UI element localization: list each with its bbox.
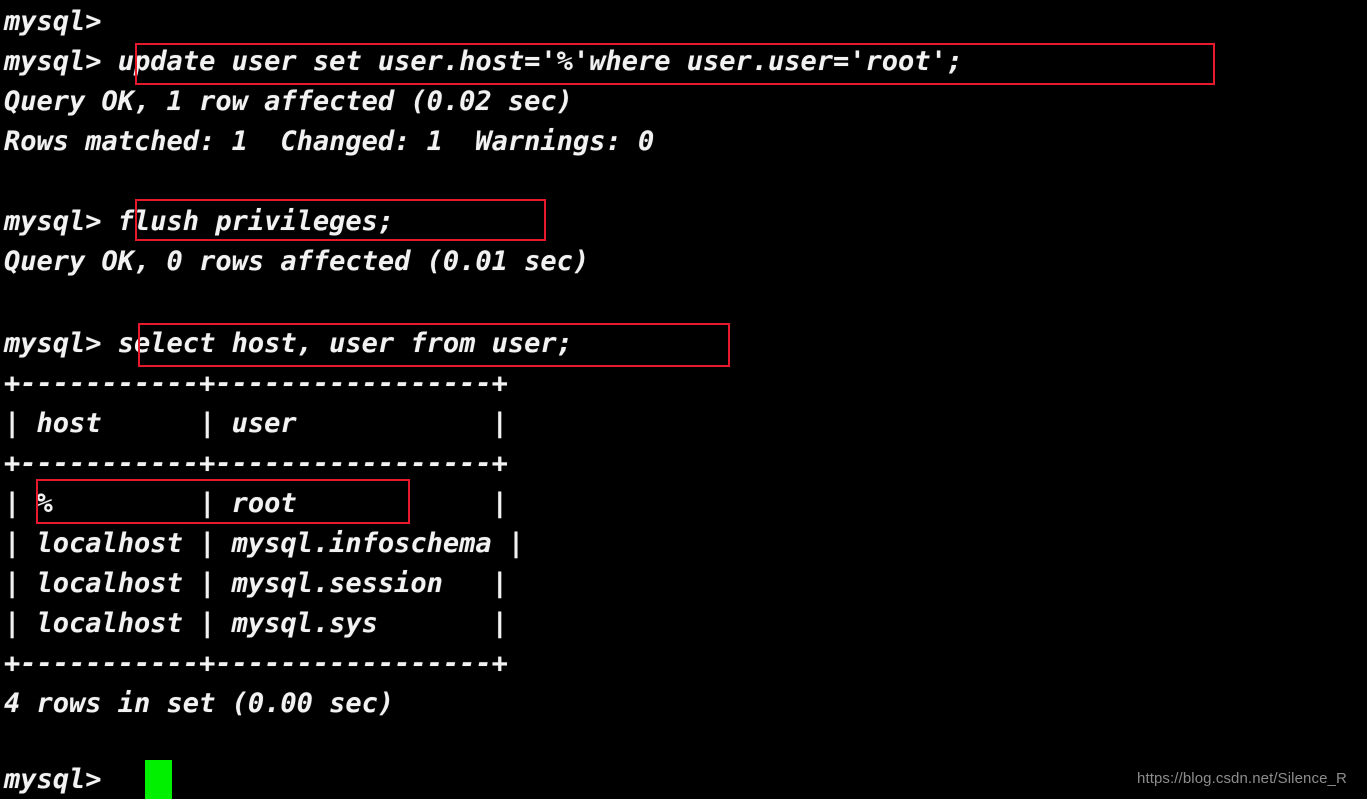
terminal-line: | host | user | xyxy=(4,408,508,439)
terminal-line: Query OK, 1 row affected (0.02 sec) xyxy=(4,86,573,117)
terminal-line: Query OK, 0 rows affected (0.01 sec) xyxy=(4,246,590,277)
terminal-line: +-----------+-----------------+ xyxy=(4,448,508,479)
terminal-line: mysql> xyxy=(4,6,102,37)
watermark: https://blog.csdn.net/Silence_R xyxy=(1137,770,1347,787)
terminal-window[interactable]: mysql> mysql> update user set user.host=… xyxy=(0,0,1367,799)
terminal-line: mysql> flush privileges; xyxy=(4,206,395,237)
terminal-line: mysql> xyxy=(4,764,102,795)
terminal-line: Rows matched: 1 Changed: 1 Warnings: 0 xyxy=(4,126,655,157)
terminal-line: | % | root | xyxy=(4,488,508,519)
terminal-line: mysql> select host, user from user; xyxy=(4,328,573,359)
terminal-cursor[interactable] xyxy=(145,760,172,799)
terminal-line: 4 rows in set (0.00 sec) xyxy=(4,688,395,719)
terminal-line: +-----------+-----------------+ xyxy=(4,648,508,679)
terminal-line: +-----------+-----------------+ xyxy=(4,368,508,399)
terminal-line: | localhost | mysql.session | xyxy=(4,568,508,599)
terminal-line: mysql> update user set user.host='%'wher… xyxy=(4,46,964,77)
terminal-line: | localhost | mysql.infoschema | xyxy=(4,528,525,559)
terminal-line: | localhost | mysql.sys | xyxy=(4,608,508,639)
